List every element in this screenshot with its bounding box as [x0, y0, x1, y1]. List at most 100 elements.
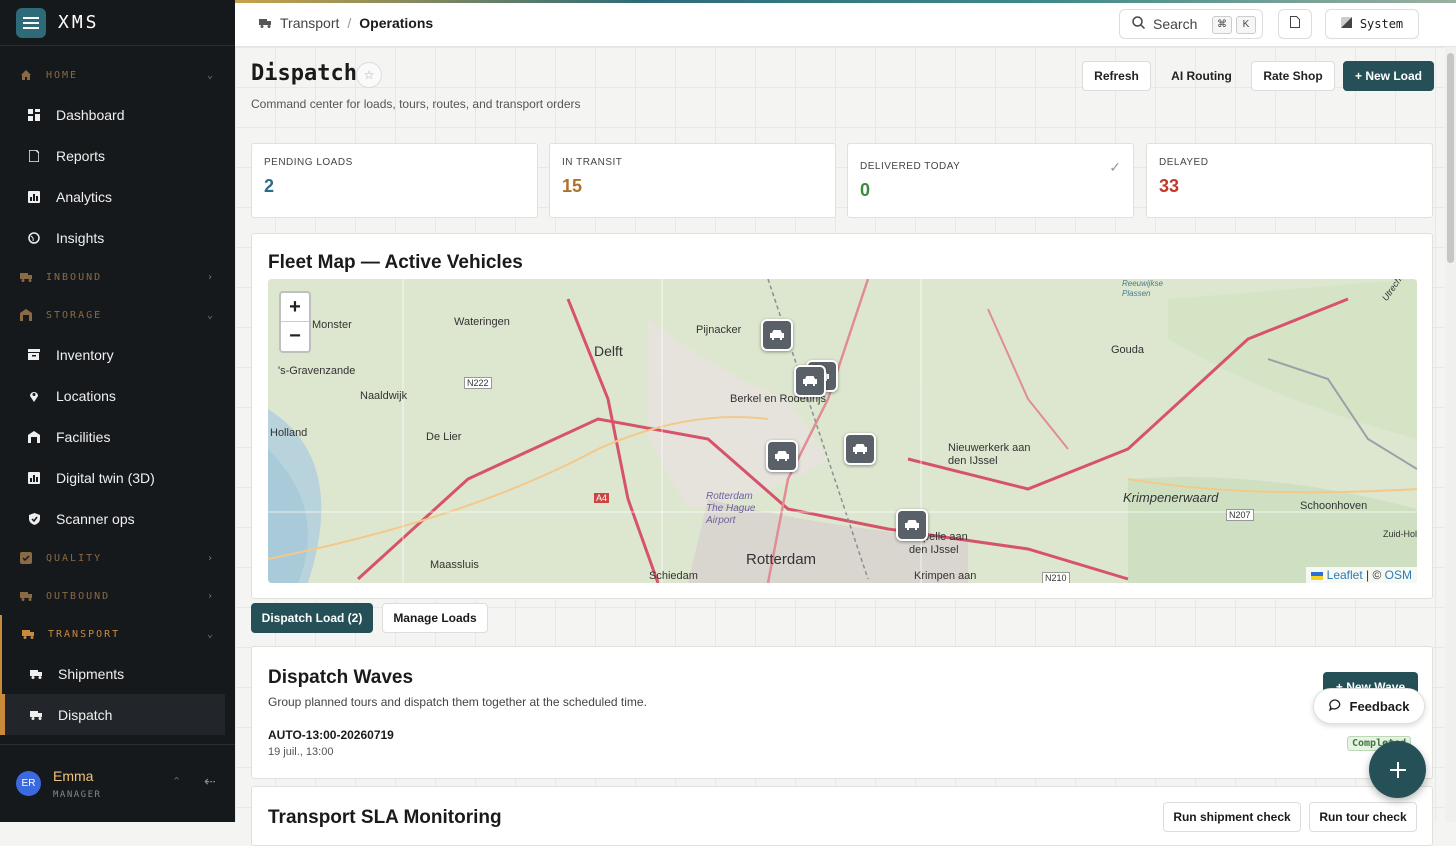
chevron-right-icon: › — [206, 271, 215, 283]
sidebar-item-digital-twin[interactable]: Digital twin (3D) — [0, 457, 235, 498]
search-button[interactable]: Search ⌘ K — [1119, 9, 1263, 39]
car-icon — [770, 330, 784, 340]
sidebar-item-analytics[interactable]: Analytics — [0, 176, 235, 217]
vehicle-marker[interactable] — [844, 433, 876, 465]
section-outbound[interactable]: OUTBOUND › — [0, 577, 235, 615]
run-tour-check-button[interactable]: Run tour check — [1309, 802, 1417, 832]
car-icon — [853, 444, 867, 454]
fleet-map-title: Fleet Map — Active Vehicles — [268, 252, 523, 273]
search-label: Search — [1153, 16, 1198, 32]
collapse-sidebar-icon[interactable]: ⇠ — [204, 773, 216, 790]
truck-icon — [30, 668, 42, 680]
truck-icon — [20, 272, 34, 282]
home-icon — [20, 69, 34, 81]
sidebar-item-reports[interactable]: Reports — [0, 135, 235, 176]
main-content: Dispatch ☆ Command center for loads, tou… — [235, 47, 1445, 846]
menu-icon[interactable] — [16, 7, 46, 38]
vehicle-marker[interactable] — [896, 509, 928, 541]
sidebar-item-insights[interactable]: Insights — [0, 217, 235, 258]
wave-id[interactable]: AUTO-13:00-20260719 — [268, 728, 394, 742]
feedback-button[interactable]: Feedback — [1313, 688, 1425, 724]
app-logo: XMS — [58, 12, 100, 33]
rate-shop-button[interactable]: Rate Shop — [1251, 61, 1335, 91]
sidebar-header: XMS — [0, 0, 235, 46]
zoom-out-button[interactable]: − — [281, 322, 309, 351]
car-icon — [803, 376, 817, 386]
leaflet-link[interactable]: Leaflet — [1327, 568, 1363, 582]
inventory-icon — [28, 349, 40, 361]
sla-card: Transport SLA Monitoring Run shipment ch… — [251, 786, 1433, 846]
chevron-down-icon: ⌄ — [206, 628, 215, 640]
fleet-map[interactable]: Monster Wateringen Delft Pijnacker Gouda… — [268, 279, 1417, 583]
location-pin-icon — [28, 390, 40, 402]
fleet-map-card: Fleet Map — Active Vehicles Monster Wate… — [251, 233, 1433, 599]
sidebar-item-dispatch[interactable]: Dispatch — [2, 694, 225, 735]
top-accent-bar — [235, 0, 1456, 3]
page-subtitle: Command center for loads, tours, routes,… — [251, 97, 581, 111]
car-icon — [905, 520, 919, 530]
breadcrumb-separator: / — [347, 15, 352, 31]
stat-pending-loads: PENDING LOADS 2 — [251, 143, 538, 218]
sidebar-item-scanner-ops[interactable]: Scanner ops — [0, 498, 235, 539]
refresh-button[interactable]: Refresh — [1082, 61, 1151, 91]
zoom-in-button[interactable]: + — [281, 293, 309, 322]
search-icon — [1132, 16, 1146, 32]
user-panel[interactable]: ER Emma MANAGER ⌃ ⇠ — [0, 744, 235, 822]
scrollbar-thumb[interactable] — [1447, 53, 1454, 263]
sidebar-item-dashboard[interactable]: Dashboard — [0, 94, 235, 135]
scrollbar[interactable] — [1445, 47, 1456, 822]
zoom-control: + − — [279, 291, 311, 353]
chevron-right-icon: › — [206, 590, 215, 602]
breadcrumb-operations: Operations — [359, 15, 434, 31]
chevron-up-icon[interactable]: ⌃ — [172, 775, 181, 788]
chevron-down-icon: ⌄ — [206, 309, 215, 321]
chart-icon — [28, 471, 40, 484]
page-title: Dispatch — [251, 61, 357, 86]
section-storage[interactable]: STORAGE ⌄ — [0, 296, 235, 334]
section-home[interactable]: HOME ⌄ — [0, 56, 235, 94]
favorite-star-icon[interactable]: ☆ — [356, 62, 382, 88]
shortcut: ⌘ K — [1208, 14, 1256, 34]
add-fab-button[interactable] — [1369, 741, 1426, 798]
sidebar-item-facilities[interactable]: Facilities — [0, 416, 235, 457]
checkbox-icon — [20, 552, 34, 564]
topbar: Transport / Operations Search ⌘ K System — [235, 0, 1456, 47]
sidebar-item-locations[interactable]: Locations — [0, 375, 235, 416]
transport-group: TRANSPORT ⌄ Shipments Dispatch — [0, 615, 235, 735]
user-info: Emma MANAGER — [53, 768, 101, 800]
theme-button[interactable]: System — [1325, 9, 1419, 39]
vehicle-marker[interactable] — [761, 319, 793, 351]
stat-delayed: DELAYED 33 — [1146, 143, 1433, 218]
check-icon: ✓ — [1109, 159, 1121, 175]
tab-manage-loads[interactable]: Manage Loads — [382, 603, 488, 633]
new-load-button[interactable]: + New Load — [1343, 61, 1434, 91]
breadcrumb-transport[interactable]: Transport — [280, 15, 339, 31]
truck-icon — [259, 15, 272, 31]
sidebar-item-inventory[interactable]: Inventory — [0, 334, 235, 375]
tab-dispatch-load[interactable]: Dispatch Load (2) — [251, 603, 373, 633]
docs-button[interactable] — [1278, 9, 1312, 39]
section-transport[interactable]: TRANSPORT ⌄ — [2, 615, 235, 653]
map-labels: Monster Wateringen Delft Pijnacker Gouda… — [270, 279, 1417, 583]
vehicle-marker[interactable] — [794, 365, 826, 397]
run-shipment-check-button[interactable]: Run shipment check — [1163, 802, 1301, 832]
ai-routing-button[interactable]: AI Routing — [1162, 61, 1241, 91]
dispatch-waves-title: Dispatch Waves — [268, 667, 414, 688]
globe-icon — [28, 231, 40, 244]
dispatch-waves-card: Dispatch Waves Group planned tours and d… — [251, 646, 1433, 779]
building-icon — [28, 430, 40, 443]
section-inbound[interactable]: INBOUND › — [0, 258, 235, 296]
sidebar-item-shipments[interactable]: Shipments — [2, 653, 235, 694]
truck-icon — [30, 709, 42, 721]
vehicle-marker[interactable] — [766, 440, 798, 472]
theme-icon — [1340, 17, 1352, 31]
warehouse-icon — [20, 309, 34, 321]
osm-link[interactable]: OSM — [1385, 568, 1412, 582]
section-quality[interactable]: QUALITY › — [0, 539, 235, 577]
ukraine-flag-icon — [1311, 571, 1324, 580]
chat-bubble-icon — [1328, 698, 1342, 714]
user-name: Emma — [53, 767, 94, 784]
document-icon — [1290, 15, 1300, 33]
dashboard-icon — [28, 108, 40, 121]
plus-icon — [1389, 761, 1406, 778]
